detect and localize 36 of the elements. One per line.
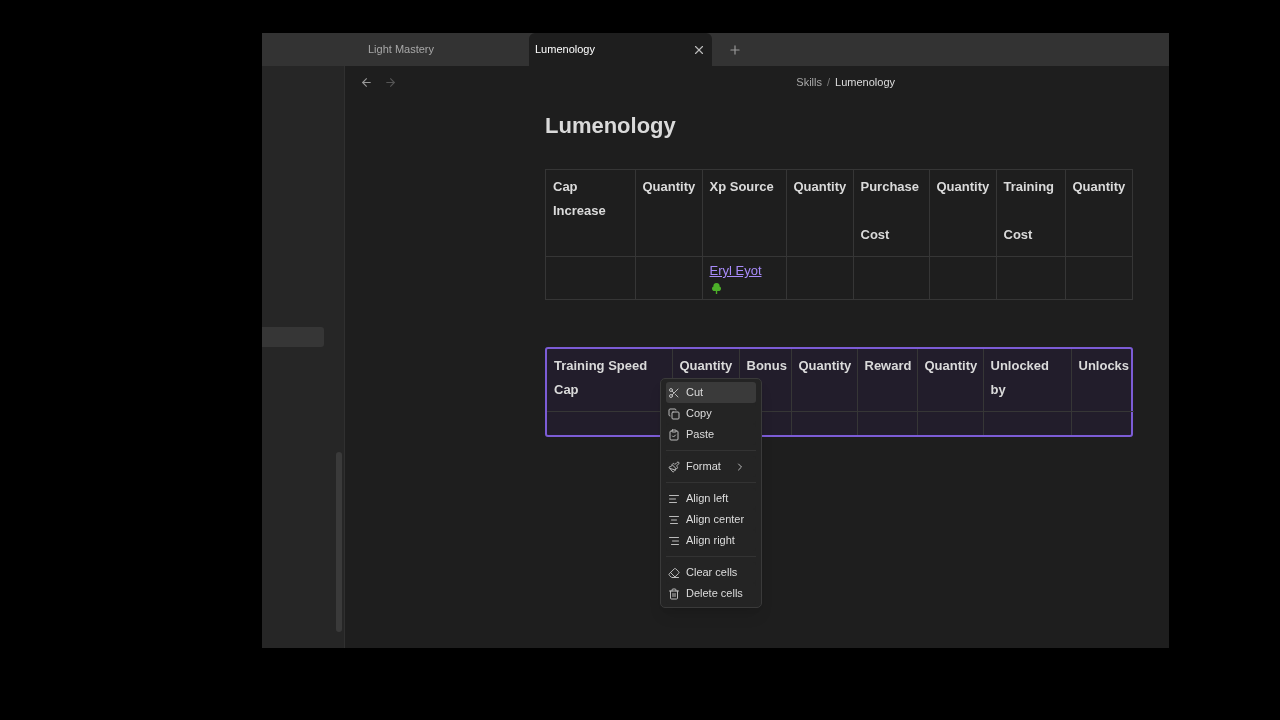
align-right-icon [668,534,680,547]
scissors-icon [668,386,680,399]
copy-icon [668,407,680,420]
tab[interactable]: Lumenology [529,33,712,66]
align-left-icon [668,492,680,505]
column-header: Training Speed Cap [554,358,648,397]
column-header: Quantity [679,358,733,373]
column-header: Unlocked by [990,358,1049,397]
menu-item[interactable]: Cut [666,382,756,403]
paintbrush-icon [668,460,680,473]
column-header: Training Cost [1003,179,1055,242]
column-header: Quantity [798,358,852,373]
align-center-icon [668,513,680,526]
link[interactable]: Eryl Eyot [709,262,762,296]
new-tab-icon[interactable] [728,42,742,57]
breadcrumb-item[interactable]: Skills [796,73,822,91]
column-header: Quantity [924,358,978,373]
column-header: Quantity [936,179,990,194]
trash-icon [668,587,680,600]
column-header: Xp Source [709,179,774,194]
column-header: Quantity [793,179,847,194]
column-header: Cap Increase [553,179,606,218]
page-title: Lumenology [545,112,677,140]
column-header: Quantity [642,179,696,194]
tab[interactable]: Light Mastery [346,33,529,66]
breadcrumb-item[interactable]: Lumenology [835,73,895,91]
column-header: Purchase Cost [860,179,920,242]
breadcrumb-separator: / [827,74,831,90]
column-header: Bonus [746,358,787,373]
column-header: Quantity [1072,179,1126,194]
back-icon[interactable] [360,75,373,89]
column-header: Reward [864,358,912,373]
column-header: Unlocks [1078,358,1130,373]
tree-icon [709,282,723,296]
eraser-icon [668,566,680,579]
clipboard-icon [668,428,680,441]
